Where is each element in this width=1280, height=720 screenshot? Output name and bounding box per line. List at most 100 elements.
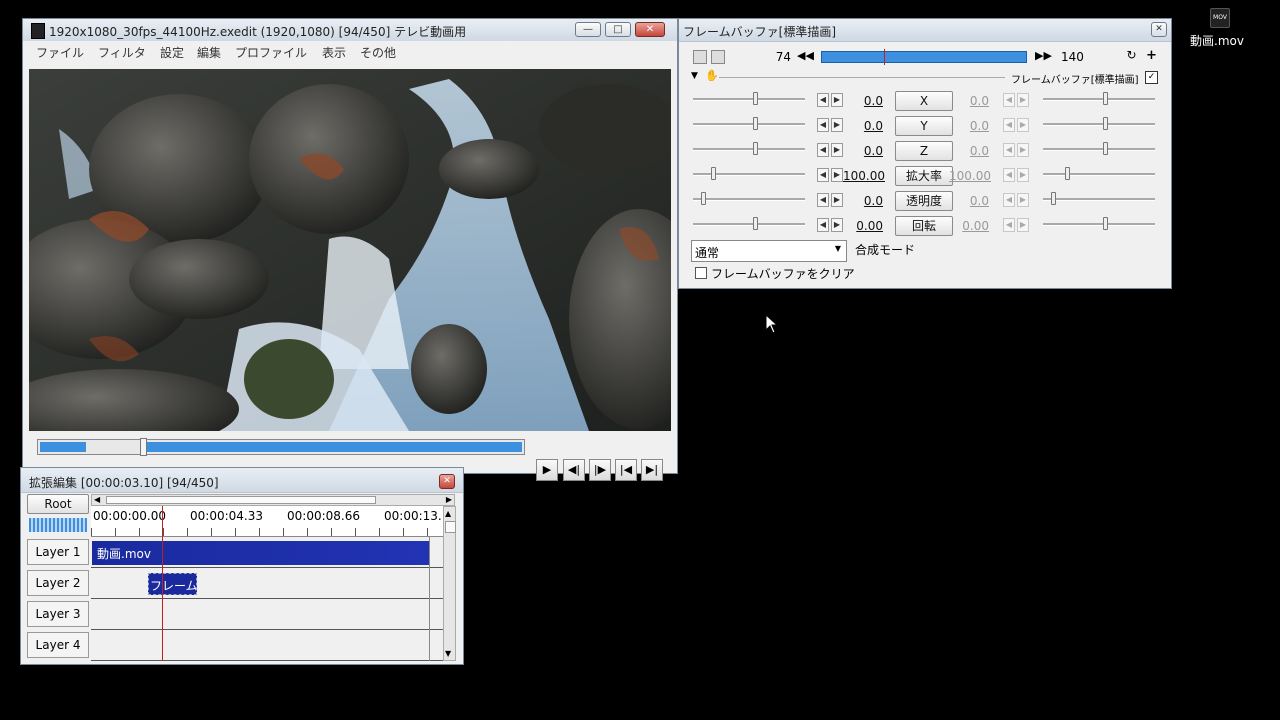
playhead[interactable]	[162, 506, 163, 661]
vscroll-down-arrow[interactable]: ▼	[445, 649, 451, 658]
blend-mode-select[interactable]: 通常 ▼	[691, 240, 847, 262]
increment-arrow[interactable]: ▶	[831, 143, 843, 157]
param-slider-start[interactable]	[693, 198, 805, 201]
increment-arrow[interactable]: ▶	[831, 168, 843, 182]
desktop-file-label[interactable]: 動画.mov	[1190, 32, 1244, 49]
param-label-button[interactable]: Z	[895, 141, 953, 161]
param-end-value[interactable]: 0.00	[949, 219, 989, 233]
param-slider-thumb[interactable]	[753, 92, 758, 105]
param-slider-thumb[interactable]	[1103, 217, 1108, 230]
param-label-button[interactable]: X	[895, 91, 953, 111]
decrement-arrow[interactable]: ◀	[817, 118, 829, 132]
decrement-arrow[interactable]: ◀	[1003, 143, 1015, 157]
vscroll-up-arrow[interactable]: ▲	[445, 509, 451, 518]
time-ruler[interactable]: 00:00:00.00 00:00:04.33 00:00:08.66 00:0…	[91, 506, 443, 537]
fb-close-button[interactable]: ✕	[1151, 22, 1167, 37]
param-slider-thumb[interactable]	[701, 192, 706, 205]
increment-arrow[interactable]: ▶	[1017, 193, 1029, 207]
maximize-button[interactable]: □	[605, 22, 631, 37]
param-value[interactable]: 0.0	[843, 94, 883, 108]
increment-arrow[interactable]: ▶	[831, 93, 843, 107]
next-frame-button[interactable]: |▶	[589, 459, 611, 481]
menu-settings[interactable]: 設定	[160, 44, 184, 61]
decrement-arrow[interactable]: ◀	[1003, 118, 1015, 132]
hscroll-right-arrow[interactable]: ▶	[446, 495, 452, 504]
decrement-arrow[interactable]: ◀	[1003, 168, 1015, 182]
menu-edit[interactable]: 編集	[197, 44, 221, 61]
param-end-value[interactable]: 0.0	[949, 94, 989, 108]
clear-label[interactable]: フレームバッファをクリア	[711, 265, 855, 282]
layer-4-button[interactable]: Layer 4	[27, 632, 89, 658]
increment-arrow[interactable]: ▶	[1017, 93, 1029, 107]
param-slider-end[interactable]	[1043, 123, 1155, 126]
decrement-arrow[interactable]: ◀	[817, 168, 829, 182]
first-frame-button[interactable]: |◀	[615, 459, 637, 481]
fb-icon-1[interactable]	[693, 50, 707, 64]
param-slider-end[interactable]	[1043, 98, 1155, 101]
prev-frame-button[interactable]: ◀|	[563, 459, 585, 481]
param-slider-thumb[interactable]	[1103, 142, 1108, 155]
play-button[interactable]: ▶	[536, 459, 558, 481]
param-slider-end[interactable]	[1043, 148, 1155, 151]
increment-arrow[interactable]: ▶	[1017, 168, 1029, 182]
param-value[interactable]: 0.00	[843, 219, 883, 233]
decrement-arrow[interactable]: ◀	[817, 193, 829, 207]
add-filter-icon[interactable]: +	[1145, 49, 1158, 62]
menu-filter[interactable]: フィルタ	[98, 44, 146, 61]
frame-buffer-clip[interactable]: フレーム	[148, 573, 197, 595]
frame-range-bar[interactable]	[821, 49, 1027, 65]
param-slider-end[interactable]	[1043, 173, 1155, 176]
param-label-button[interactable]: 透明度	[895, 191, 953, 211]
decrement-arrow[interactable]: ◀	[1003, 193, 1015, 207]
collapse-triangle-icon[interactable]: ▼	[691, 71, 698, 81]
seek-bar[interactable]	[37, 438, 525, 456]
fb-icon-2[interactable]	[711, 50, 725, 64]
rewind-button[interactable]: ◀◀	[797, 48, 814, 64]
param-end-value[interactable]: 0.0	[949, 194, 989, 208]
seek-thumb[interactable]	[140, 438, 147, 456]
increment-arrow[interactable]: ▶	[1017, 118, 1029, 132]
desktop-file-icon[interactable]: MOV 動画.mov	[1186, 6, 1254, 52]
root-button[interactable]: Root	[27, 494, 89, 514]
param-slider-start[interactable]	[693, 223, 805, 226]
param-slider-thumb[interactable]	[753, 217, 758, 230]
increment-arrow[interactable]: ▶	[831, 218, 843, 232]
decrement-arrow[interactable]: ◀	[1003, 218, 1015, 232]
minimize-button[interactable]: —	[575, 22, 601, 37]
fb-titlebar[interactable]: フレームバッファ[標準描画] ✕	[679, 19, 1171, 42]
main-titlebar[interactable]: 1920x1080_30fps_44100Hz.exedit (1920,108…	[23, 19, 677, 42]
param-value[interactable]: 0.0	[843, 194, 883, 208]
layer-3-button[interactable]: Layer 3	[27, 601, 89, 627]
chevron-down-icon[interactable]: ▼	[832, 244, 844, 253]
decrement-arrow[interactable]: ◀	[1003, 93, 1015, 107]
menu-profile[interactable]: プロファイル	[235, 44, 307, 61]
param-label-button[interactable]: Y	[895, 116, 953, 136]
vscroll-thumb[interactable]	[445, 521, 456, 533]
link-icon[interactable]: ↻	[1125, 49, 1138, 62]
param-value[interactable]: 0.0	[843, 144, 883, 158]
hscroll-left-arrow[interactable]: ◀	[94, 495, 100, 504]
param-slider-thumb[interactable]	[1065, 167, 1070, 180]
video-clip[interactable]: 動画.mov	[92, 541, 430, 565]
increment-arrow[interactable]: ▶	[831, 193, 843, 207]
decrement-arrow[interactable]: ◀	[817, 143, 829, 157]
increment-arrow[interactable]: ▶	[1017, 218, 1029, 232]
decrement-arrow[interactable]: ◀	[817, 218, 829, 232]
decrement-arrow[interactable]: ◀	[817, 93, 829, 107]
param-slider-thumb[interactable]	[1103, 117, 1108, 130]
param-slider-thumb[interactable]	[1103, 92, 1108, 105]
param-end-value[interactable]: 0.0	[949, 144, 989, 158]
close-button[interactable]: ✕	[635, 22, 665, 37]
param-slider-start[interactable]	[693, 148, 805, 151]
param-slider-thumb[interactable]	[753, 142, 758, 155]
layer-1-button[interactable]: Layer 1	[27, 539, 89, 565]
last-frame-button[interactable]: ▶|	[641, 459, 663, 481]
param-label-button[interactable]: 回転	[895, 216, 953, 236]
param-slider-thumb[interactable]	[711, 167, 716, 180]
param-label-button[interactable]: 拡大率	[895, 166, 953, 186]
param-slider-start[interactable]	[693, 98, 805, 101]
object-enabled-checkbox[interactable]: ✓	[1145, 71, 1158, 84]
menu-view[interactable]: 表示	[322, 44, 346, 61]
clear-checkbox[interactable]	[695, 267, 707, 279]
increment-arrow[interactable]: ▶	[831, 118, 843, 132]
